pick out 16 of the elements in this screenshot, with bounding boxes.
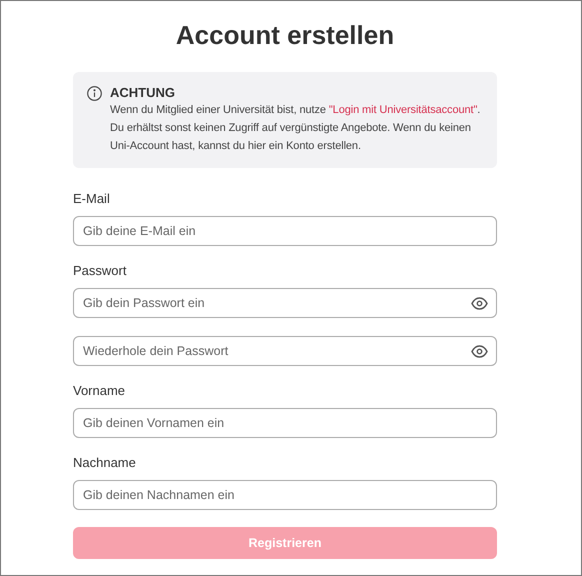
input-field[interactable]: Gib deine E-Mail ein [73, 216, 497, 246]
field-label: Vorname [73, 383, 126, 399]
page-title: Account erstellen [176, 19, 394, 52]
login-link[interactable]: "Login mit Universitätsaccount" [328, 104, 478, 116]
input-field[interactable]: Gib deinen Nachnamen ein [73, 480, 497, 510]
field-label: Passwort [73, 263, 128, 279]
field-label: Nachname [73, 455, 137, 471]
field-label: E-Mail [73, 191, 111, 207]
eye-icon[interactable] [471, 297, 488, 310]
input-field[interactable]: Gib deinen Vornamen ein [73, 408, 497, 438]
eye-icon[interactable] [471, 345, 488, 358]
notice-text: Wenn du Mitglied einer Universität bist, nutze "Login mit Universitätsaccount". Du erhältst sonst keinen Zugriff auf vergünstigte Angebote. Wenn du keinen Uni-Account hast, kannst du hier ein Konto erstellen. [110, 103, 482, 154]
input-field[interactable]: Wiederhole dein Passwort [73, 336, 497, 366]
info-icon [87, 86, 102, 101]
notice-heading: ACHTUNG [110, 85, 176, 101]
input-field[interactable]: Gib dein Passwort ein [73, 288, 497, 318]
